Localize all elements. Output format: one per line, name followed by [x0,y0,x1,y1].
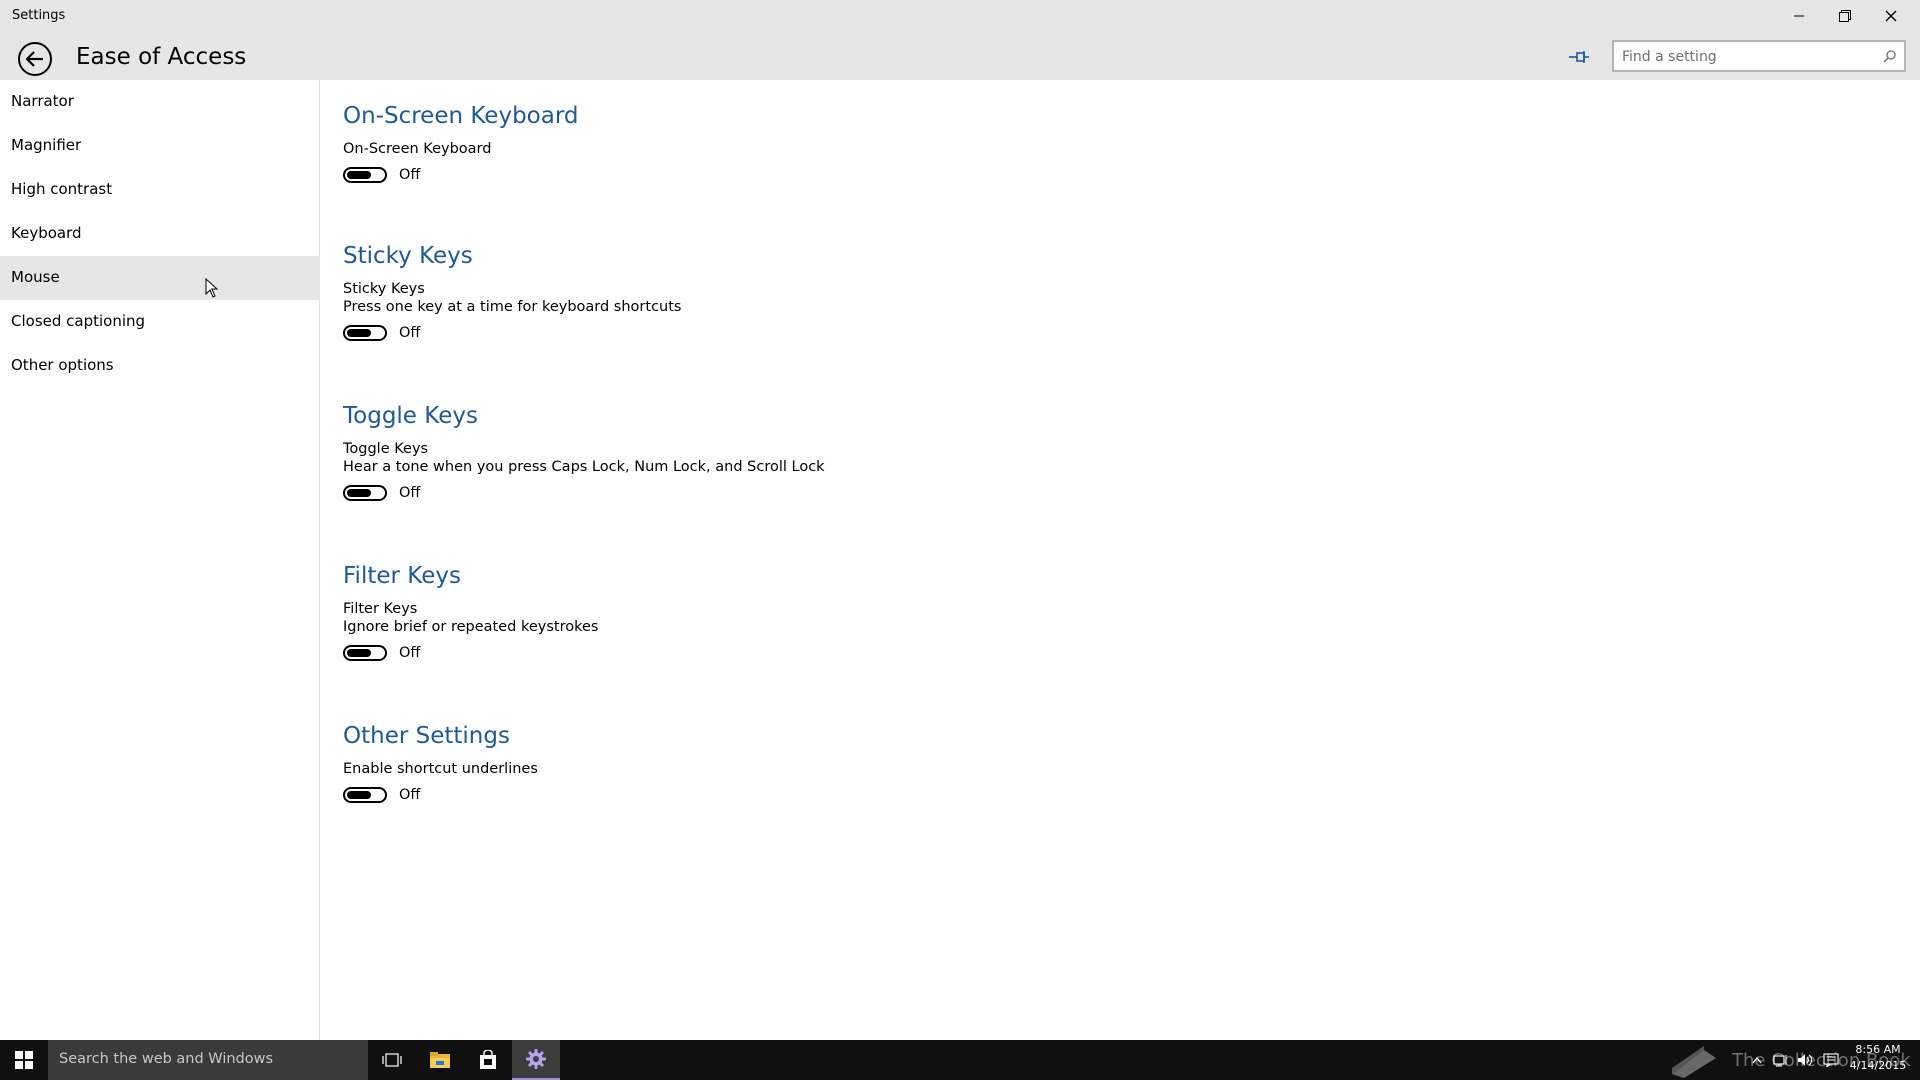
sidebar-nav: Narrator Magnifier High contrast Keyboar… [0,80,320,1040]
clock-time: 8:56 AM [1855,1043,1901,1056]
sidebar-item-label: Closed captioning [11,312,146,330]
mouse-pointer-icon [205,278,219,298]
toggle-state: Off [399,325,421,341]
pin-icon [1569,51,1589,63]
setting-description: Press one key at a time for keyboard sho… [343,299,682,315]
sticky-keys-toggle-row: Off [343,325,681,341]
title-bar: Settings [0,0,1920,32]
volume-button[interactable] [1796,1052,1814,1068]
sidebar-item-narrator[interactable]: Narrator [0,80,320,124]
setting-label: Enable shortcut underlines [343,761,538,777]
toggle-knob [347,329,371,337]
sidebar-item-label: High contrast [11,180,113,198]
on-screen-keyboard-toggle-row: Off [343,167,578,183]
file-explorer-icon [430,1052,450,1068]
network-icon [1773,1055,1787,1067]
sidebar-item-closed-captioning[interactable]: Closed captioning [0,300,320,344]
settings-taskbar-button[interactable] [512,1040,560,1080]
settings-icon [526,1049,546,1069]
sidebar-item-magnifier[interactable]: Magnifier [0,124,320,168]
toggle-keys-section: Toggle Keys Toggle Keys Hear a tone when… [343,403,825,501]
sidebar-item-label: Keyboard [11,224,82,242]
toggle-state: Off [399,485,421,501]
filter-keys-toggle-row: Off [343,645,598,661]
sidebar-item-label: Mouse [11,268,60,286]
sidebar-item-label: Magnifier [11,136,82,154]
task-view-button[interactable] [368,1040,416,1080]
page-header: Ease of Access [0,32,1920,80]
minimize-button[interactable] [1776,0,1822,32]
toggle-keys-toggle[interactable] [343,485,387,501]
setting-label: Toggle Keys [343,441,429,457]
task-view-icon [382,1053,402,1067]
toggle-state: Off [399,645,421,661]
action-center-button[interactable] [1822,1052,1840,1068]
section-title: Filter Keys [343,563,461,589]
section-title: On-Screen Keyboard [343,103,579,129]
sidebar-item-keyboard[interactable]: Keyboard [0,212,320,256]
toggle-state: Off [399,787,421,803]
shortcut-underlines-toggle[interactable] [343,787,387,803]
toggle-knob [347,171,371,179]
taskbar-search-box[interactable]: Search the web and Windows [48,1040,368,1080]
store-icon [480,1050,496,1069]
toggle-state: Off [399,167,421,183]
store-button[interactable] [464,1040,512,1080]
pin-button[interactable] [1566,44,1592,70]
filter-keys-toggle[interactable] [343,645,387,661]
book-icon [1672,1046,1716,1078]
filter-keys-section: Filter Keys Filter Keys Ignore brief or … [343,563,598,661]
taskbar-clock[interactable]: 8:56 AM 4/14/2015 [1848,1043,1908,1072]
settings-content: On-Screen Keyboard On-Screen Keyboard Of… [343,80,1843,1040]
section-title: Other Settings [343,723,510,749]
page-title: Ease of Access [76,44,247,70]
find-setting-search[interactable] [1612,40,1906,72]
sidebar-item-mouse[interactable]: Mouse [0,256,320,300]
toggle-knob [347,489,371,497]
chevron-up-icon [1752,1057,1762,1064]
sticky-keys-section: Sticky Keys Sticky Keys Press one key at… [343,243,681,341]
sticky-keys-toggle[interactable] [343,325,387,341]
setting-description: Hear a tone when you press Caps Lock, Nu… [343,459,825,475]
setting-label: On-Screen Keyboard [343,141,492,157]
sidebar-item-high-contrast[interactable]: High contrast [0,168,320,212]
volume-icon [1798,1054,1813,1066]
toggle-knob [347,791,371,799]
toggle-keys-toggle-row: Off [343,485,825,501]
setting-label: Filter Keys [343,601,418,617]
sidebar-item-other-options[interactable]: Other options [0,344,320,388]
toggle-knob [347,649,371,657]
section-title: Sticky Keys [343,243,473,269]
search-icon[interactable] [1883,50,1896,63]
taskbar-search-text: Search the web and Windows [59,1051,274,1067]
sidebar-item-label: Other options [11,356,114,374]
back-arrow-icon [26,51,43,67]
on-screen-keyboard-section: On-Screen Keyboard On-Screen Keyboard Of… [343,103,578,183]
start-icon [15,1051,33,1069]
clock-date: 4/14/2015 [1849,1059,1907,1072]
on-screen-keyboard-toggle[interactable] [343,167,387,183]
taskbar: Search the web and Windows The Collectio… [0,1040,1920,1080]
setting-description: Ignore brief or repeated keystrokes [343,619,599,635]
start-button[interactable] [0,1040,48,1080]
restore-button[interactable] [1822,0,1868,32]
file-explorer-button[interactable] [416,1040,464,1080]
window-title: Settings [12,8,66,23]
sidebar-item-label: Narrator [11,92,74,110]
message-icon [1823,1053,1839,1067]
shortcut-underlines-toggle-row: Off [343,787,538,803]
setting-label: Sticky Keys [343,281,425,297]
back-button[interactable] [18,42,52,76]
network-button[interactable] [1772,1052,1790,1068]
show-hidden-icons-button[interactable] [1748,1052,1766,1068]
section-title: Toggle Keys [343,403,478,429]
other-settings-section: Other Settings Enable shortcut underline… [343,723,538,803]
close-button[interactable] [1868,0,1914,32]
search-input[interactable] [1622,47,1872,67]
